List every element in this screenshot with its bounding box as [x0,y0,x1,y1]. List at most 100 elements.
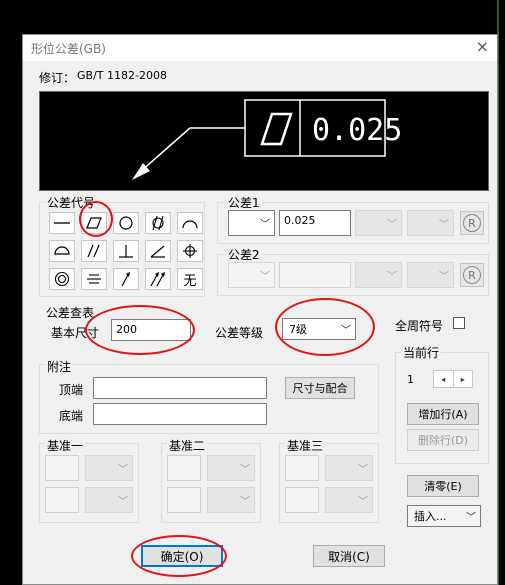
tolerance1-material-select[interactable]: ﹀ [355,210,402,236]
datum3-extra-input[interactable] [285,487,319,513]
tolerance2-title: 公差2 [226,246,262,263]
position-icon [183,244,197,258]
tolerance2-extra-select[interactable]: ﹀ [407,262,454,288]
revision-value: GB/T 1182-2008 [77,69,167,82]
datum2-value-input[interactable] [167,455,201,481]
datum3-material-select[interactable]: ﹀ [325,455,373,481]
chevron-down-icon: ﹀ [387,271,397,283]
annotation-circle-grade [275,298,375,356]
notes-title: 附注 [45,358,74,375]
tolerance1-title: 公差1 [226,194,262,211]
datum2-material-select[interactable]: ﹀ [207,455,255,481]
datum1-value-input[interactable] [45,455,79,481]
chevron-down-icon: ﹀ [387,219,397,231]
chevron-right-icon[interactable]: ▸ [452,371,473,387]
chevron-down-icon: ﹀ [260,219,270,231]
datum2-extra-select[interactable]: ﹀ [207,487,255,513]
symmetry-icon [87,274,101,284]
window-title: 形位公差(GB) [31,42,106,56]
parallelogram-icon [260,112,293,146]
circularity-button[interactable] [113,212,139,234]
title-bar: 形位公差(GB) × [23,35,497,61]
current-row-value: 1 [407,373,414,386]
chevron-down-icon: ﹀ [240,464,250,476]
datum1-material-select[interactable]: ﹀ [85,455,133,481]
datum2-extra-input[interactable] [167,487,201,513]
datum1-title: 基准一 [45,437,86,454]
tolerance2-projected-button[interactable]: R [460,263,484,287]
current-row-title: 当前行 [401,344,442,361]
all-around-label: 全周符号 [395,319,444,333]
size-fit-button[interactable]: 尺寸与配合 [285,377,355,399]
revision-label: 修订： [39,71,76,85]
chevron-down-icon: ﹀ [358,496,368,508]
current-row-spinner[interactable]: ◂ ▸ [433,370,473,388]
angularity-button[interactable] [145,240,171,262]
tolerance2-value-input[interactable] [279,262,351,288]
angularity-icon [150,245,165,258]
total-runout-icon [150,272,165,287]
circle-icon [119,216,133,230]
parallelism-button[interactable] [81,240,107,262]
datum3-extra-select[interactable]: ﹀ [325,487,373,513]
line-profile-button[interactable] [177,212,203,234]
datum1-extra-select[interactable]: ﹀ [85,487,133,513]
all-around-checkbox[interactable] [453,317,465,329]
top-note-label: 顶端 [59,383,84,397]
none-symbol-button[interactable]: 无 [177,268,203,290]
cancel-button[interactable]: 取消(C) [313,545,385,567]
none-icon: 无 [183,273,197,289]
runout-arrow-icon [121,272,130,287]
insert-select[interactable]: 插入... ﹀ [407,505,481,527]
datum1-extra-input[interactable] [45,487,79,513]
datum3-value-input[interactable] [285,455,319,481]
arc-icon [182,220,198,229]
chevron-down-icon: ﹀ [439,219,449,231]
tolerance-preview: 0.025 [39,91,489,191]
circular-runout-button[interactable] [113,268,139,290]
tolerance1-extra-select[interactable]: ﹀ [407,210,454,236]
close-icon[interactable]: × [476,37,489,57]
clear-button[interactable]: 清零(E) [407,475,479,497]
straightness-button[interactable] [49,212,75,234]
chevron-down-icon: ﹀ [118,464,128,476]
chevron-down-icon: ﹀ [240,496,250,508]
preview-tolerance-text: 0.025 [312,113,402,148]
annotation-circle-flatness [79,201,113,237]
bottom-note-input[interactable] [93,403,267,425]
chevron-down-icon: ﹀ [466,512,476,524]
annotation-circle-base-size [85,305,195,355]
datum2-title: 基准二 [167,437,208,454]
tolerance1-diameter-select[interactable]: ﹀ [228,210,275,236]
perpendicularity-button[interactable] [113,240,139,262]
symmetry-button[interactable] [81,268,107,290]
chevron-down-icon: ﹀ [118,496,128,508]
delete-row-button[interactable]: 删除行(D) [407,429,479,451]
chevron-down-icon: ﹀ [358,464,368,476]
chevron-down-icon: ﹀ [260,271,270,283]
tolerance2-diameter-select[interactable]: ﹀ [228,262,275,288]
straightness-icon [54,222,70,224]
position-button[interactable] [177,240,203,262]
tolerance1-projected-button[interactable]: R [460,211,484,235]
annotation-circle-ok [131,535,227,577]
datum3-title: 基准三 [285,437,326,454]
top-note-input[interactable] [93,377,267,399]
surface-profile-button[interactable] [49,240,75,262]
tolerance1-value-input[interactable]: 0.025 [279,210,351,236]
total-runout-button[interactable] [145,268,171,290]
chevron-left-icon[interactable]: ◂ [434,371,453,387]
chevron-down-icon: ﹀ [439,271,449,283]
add-row-button[interactable]: 增加行(A) [407,403,479,425]
parallelism-icon [87,244,100,258]
bottom-note-label: 底端 [59,409,84,423]
concentricity-button[interactable] [49,268,75,290]
cylindricity-button[interactable] [145,212,171,234]
preview-drawing: 0.025 [132,99,402,180]
cylindricity-icon [152,215,164,231]
geometric-tolerance-dialog: 形位公差(GB) × 修订： GB/T 1182-2008 0.025 公差代号 [22,34,498,585]
circled-r-icon: R [463,266,481,284]
insert-value: 插入... [414,510,447,523]
tolerance2-material-select[interactable]: ﹀ [355,262,402,288]
perpendicularity-icon [119,245,133,258]
